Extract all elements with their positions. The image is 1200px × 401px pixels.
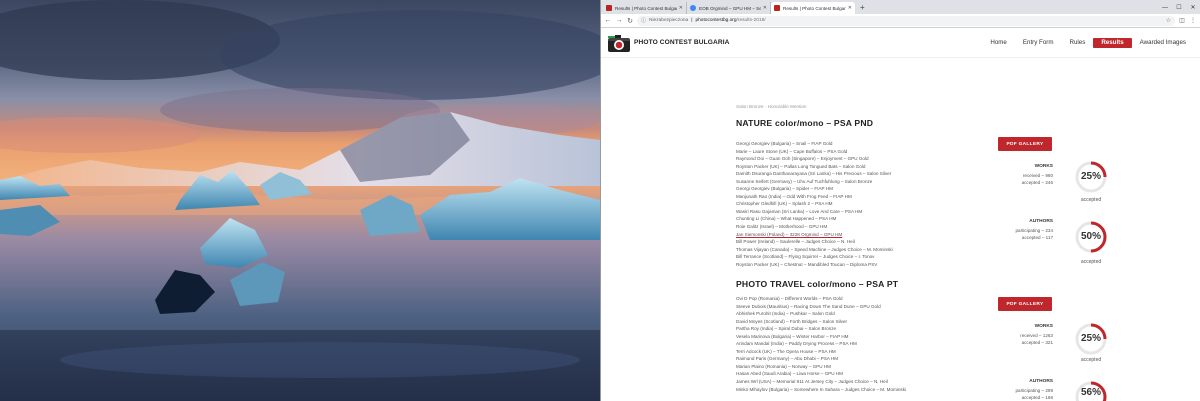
close-icon[interactable]: ✕ <box>679 5 683 11</box>
new-tab-button[interactable]: + <box>855 2 870 14</box>
result-entry: Manjunath Rao (India) – Odd With Frog Fe… <box>736 193 852 199</box>
result-entry: Bill Power (Ireland) – Saulerelle – Judg… <box>736 239 855 245</box>
camera-logo-icon <box>607 32 631 53</box>
results-list: Georgi Georgiev (Bulgaria) – Snail – FIA… <box>736 140 893 268</box>
authors-percent: 50% <box>1080 231 1101 242</box>
result-entry: Hasan Abed (Saudi Arabia) – Liwa Horse –… <box>736 371 843 377</box>
window-controls: — ☐ ✕ <box>1158 2 1200 14</box>
works-percent: 25% <box>1080 333 1101 344</box>
menu-icon[interactable]: ⋮ <box>1189 17 1197 24</box>
result-entry: Raymond Ooi – Guan Goh (Singapore) – Enj… <box>736 156 869 162</box>
back-icon[interactable]: ← <box>604 17 612 24</box>
nav-entry-form[interactable]: Entry Form <box>1015 38 1062 48</box>
result-entry: Jan Siemonski (Poland) – 3228 Orgmind – … <box>736 231 843 237</box>
minimize-icon[interactable]: — <box>1158 2 1172 14</box>
clipped-entry: Salon Bronze · Honorable Mention <box>736 104 807 109</box>
tab-strip: Results | Photo Contest Bulgaria ✕ EOB O… <box>601 0 1200 14</box>
results-list: Ovi D Pop (Romania) – Different Worlds –… <box>736 295 906 393</box>
nav-results[interactable]: Results <box>1093 37 1132 48</box>
authors-participating: participating – 234 <box>1015 228 1053 233</box>
close-icon[interactable]: ✕ <box>848 5 852 11</box>
browser-tab-1[interactable]: Results | Photo Contest Bulgaria ✕ <box>603 2 687 14</box>
result-entry: Christopher Gledhill (UK) – Splash 2 – P… <box>736 201 833 207</box>
result-entry: Royston Packer (UK) – Pallas Long Tongue… <box>736 163 866 169</box>
authors-accepted: accepted – 166 <box>1021 395 1053 400</box>
works-received: received – 960 <box>1022 173 1053 178</box>
forward-icon[interactable]: → <box>615 17 623 24</box>
authors-caption: accepted <box>1080 259 1102 265</box>
security-label: Niezabezpieczona <box>649 18 689 23</box>
site-header: PHOTO CONTEST BULGARIA Home Entry Form R… <box>601 28 1200 58</box>
result-entry: Raimund Paris (Germany) – Abu Dhabi – PS… <box>736 356 839 362</box>
browser-tab-2[interactable]: EOB Orgmind – GPU HM – Sek… ✕ <box>687 2 771 14</box>
result-entry: Minko Mihaylov (Bulgaria) – Somewhere In… <box>736 386 907 392</box>
result-entry: Chunting Li (China) – What Happened – PS… <box>736 216 837 222</box>
result-entry: Partha Roy (India) – Spiral Dubai – Salo… <box>736 326 837 332</box>
works-accepted: accepted – 321 <box>1021 340 1053 345</box>
result-entry: Ovi D Pop (Romania) – Different Worlds –… <box>736 296 843 301</box>
result-entry: Damith Dsuranga Danthanarayana (Sri Lank… <box>736 171 892 177</box>
works-percent: 25% <box>1080 171 1101 182</box>
result-entry: Roie Galitz (Israel) – Motherhood – GPU … <box>736 224 828 230</box>
authors-accepted: accepted – 117 <box>1021 235 1053 240</box>
site-brand: PHOTO CONTEST BULGARIA <box>634 39 730 46</box>
bookmark-star-icon[interactable]: ☆ <box>1166 17 1171 24</box>
section-photo-travel: PHOTO TRAVEL color/mono – PSA PT Ovi D P… <box>736 279 906 393</box>
section-nature: NATURE color/mono – PSA PND Georgi Georg… <box>736 118 893 268</box>
result-entry: Marian Plaino (Romania) – Norway – GPU H… <box>736 363 831 369</box>
reload-icon[interactable]: ↻ <box>626 17 634 25</box>
address-bar: ← → ↻ ⓘ Niezabezpieczona | photocontestb… <box>601 14 1200 28</box>
authors-label: AUTHORS <box>1029 379 1053 384</box>
glacier-lagoon-photo <box>0 0 600 401</box>
result-entry: Bill Terrance (Scotland) – Flying Squirr… <box>736 254 875 260</box>
maximize-icon[interactable]: ☐ <box>1172 2 1186 14</box>
works-received: received – 1263 <box>1020 333 1053 338</box>
pdf-gallery-button[interactable]: PDF GALLERY <box>998 297 1052 311</box>
result-entry: Susanne Seifert (Germany) – Uhu Auf Tuch… <box>736 178 873 184</box>
extension-icon[interactable]: ◫ <box>1178 17 1186 24</box>
result-entry: Terri Adcock (UK) – The Opera House – PS… <box>736 348 836 354</box>
favicon-icon <box>606 5 612 11</box>
favicon-icon <box>774 5 780 11</box>
result-entry: Georgi Georgiev (Bulgaria) – Snail – FIA… <box>736 141 833 146</box>
main-nav: Home Entry Form Rules Results Awarded Im… <box>982 37 1194 48</box>
section-title: PHOTO TRAVEL color/mono – PSA PT <box>736 279 899 289</box>
result-entry: Royston Packer (UK) – Chestnut – Mandibl… <box>736 261 878 267</box>
pdf-gallery-button[interactable]: PDF GALLERY <box>998 137 1052 151</box>
url-host: photocontestbg.org/results-2018/ <box>695 18 766 23</box>
section-title: NATURE color/mono – PSA PND <box>736 118 874 128</box>
screen: Results | Photo Contest Bulgaria ✕ EOB O… <box>0 0 1200 401</box>
result-entry: Marie – Laure Stone (UK) – Cape Buffalos… <box>736 148 848 154</box>
result-entry: Vesela Marinova (Bulgaria) – Winter Harb… <box>736 333 849 339</box>
authors-percent: 56% <box>1080 387 1101 398</box>
close-window-icon[interactable]: ✕ <box>1186 2 1200 14</box>
works-label: WORKS <box>1034 324 1053 329</box>
nav-rules[interactable]: Rules <box>1061 38 1093 48</box>
google-favicon-icon <box>690 5 696 11</box>
close-icon[interactable]: ✕ <box>763 5 767 11</box>
result-entry: Thomas Vijayan (Canada) – Speed Machine … <box>736 246 893 252</box>
result-entry: Abhishek Purohit (India) – Pushkar – Sal… <box>736 311 835 317</box>
works-label: WORKS <box>1034 164 1053 169</box>
works-caption: accepted <box>1080 357 1102 363</box>
works-accepted: accepted – 246 <box>1021 180 1053 185</box>
result-entry: David Moyes (Scotland) – Forth Bridges –… <box>736 318 848 324</box>
nav-home[interactable]: Home <box>982 38 1015 48</box>
nav-awarded-images[interactable]: Awarded Images <box>1132 38 1194 48</box>
authors-participating: participating – 299 <box>1015 388 1053 393</box>
result-entry: James Wrl (USA) – Memorial 911 At Jersey… <box>736 379 888 385</box>
browser-tab-3[interactable]: Results | Photo Contest Bulgaria ✕ <box>771 2 855 14</box>
result-entry: Georgi Georgiev (Bulgaria) – Spider – FI… <box>736 186 833 192</box>
url-field[interactable]: ⓘ Niezabezpieczona | photocontestbg.org/… <box>637 15 1175 26</box>
result-entry: Arindam Mandal (India) – Paddy Drying Pr… <box>736 341 857 347</box>
site-logo[interactable]: PHOTO CONTEST BULGARIA <box>607 32 730 53</box>
result-entry: Steeve Dubois (Mauritius) – Racing Down … <box>736 303 881 309</box>
result-entry: Wasiri Rasu Gajaman (Sri Lanka) – Love A… <box>736 208 863 214</box>
works-caption: accepted <box>1080 197 1102 203</box>
info-icon[interactable]: ⓘ <box>641 17 646 24</box>
authors-label: AUTHORS <box>1029 219 1053 224</box>
